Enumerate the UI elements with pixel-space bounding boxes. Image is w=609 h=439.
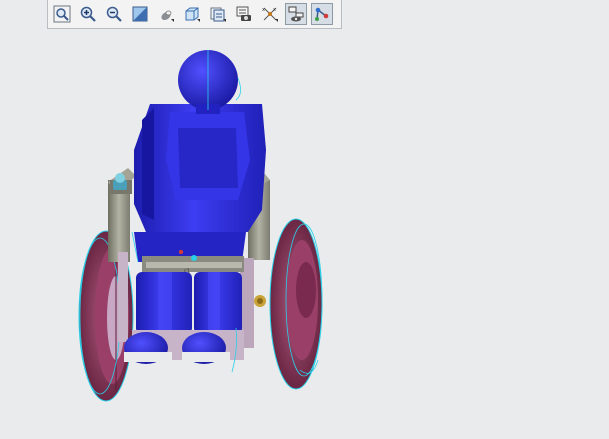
wheelchair-model[interactable]: r1 [0,0,609,439]
graphics-window[interactable]: x x r1 [0,0,609,439]
torso [134,104,266,232]
seat: r1 [134,232,246,275]
right-wheel [269,218,323,390]
